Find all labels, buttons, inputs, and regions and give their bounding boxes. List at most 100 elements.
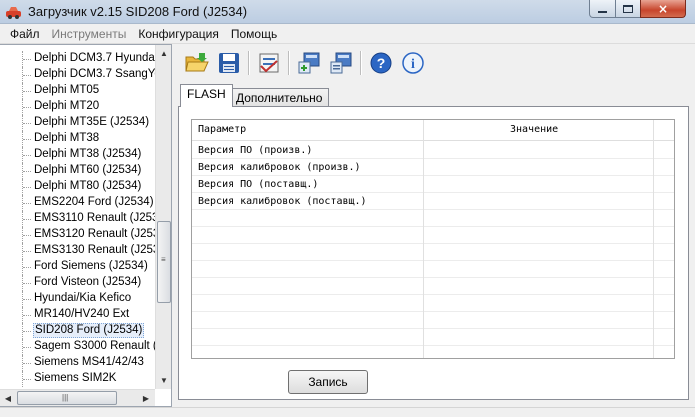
tree-connector <box>23 299 31 300</box>
table-row[interactable] <box>192 278 674 295</box>
scroll-right-icon[interactable]: ▶ <box>138 390 154 406</box>
table-row[interactable]: Версия ПО (произв.) <box>192 142 674 159</box>
tree-connector <box>23 347 31 348</box>
menu-configuration[interactable]: Конфигурация <box>132 27 225 41</box>
table-row[interactable]: Версия ПО (поставщ.) <box>192 176 674 193</box>
tree-item[interactable]: EMS2204 Ford (J2534) <box>0 195 155 211</box>
title-bar[interactable]: Загрузчик v2.15 SID208 Ford (J2534) × <box>0 0 695 24</box>
menu-help[interactable]: Помощь <box>225 27 283 41</box>
maximize-button[interactable] <box>615 0 641 18</box>
tree-item[interactable]: Delphi MT38 (J2534) <box>0 147 155 163</box>
tree-connector <box>23 59 31 60</box>
table-row[interactable] <box>192 227 674 244</box>
tree-connector <box>23 219 31 220</box>
parameters-grid[interactable]: Параметр Значение Версия ПО (произв.) Вер… <box>191 119 675 359</box>
window-title: Загрузчик v2.15 SID208 Ford (J2534) <box>28 4 248 19</box>
parameter-cell: Версия ПО (произв.) <box>198 145 313 156</box>
svg-text:i: i <box>411 57 415 72</box>
tree-item-label: Delphi MT60 (J2534) <box>34 164 142 176</box>
minimize-icon <box>598 10 607 13</box>
tree-item[interactable]: Delphi MT35E (J2534) <box>0 115 155 131</box>
tree-item[interactable]: EMS3120 Renault (J2534 <box>0 227 155 243</box>
write-button[interactable]: Запись <box>288 370 368 394</box>
parameter-cell: Версия калибровок (поставщ.) <box>198 196 367 207</box>
table-row[interactable] <box>192 346 674 358</box>
tree-connector <box>23 331 31 332</box>
tree-item-label: Delphi DCM3.7 Hyundai/ <box>34 52 155 64</box>
tree-item-label: Delphi MT80 (J2534) <box>34 180 142 192</box>
toolbar: ? i <box>172 44 695 80</box>
tab-additional[interactable]: Дополнительно <box>229 88 330 106</box>
tree-item-label: Delphi MT20 <box>34 100 100 112</box>
tree-item[interactable]: Hyundai/Kia Kefico <box>0 291 155 307</box>
tree-item-label: SID208 Ford (J2534) <box>33 323 145 338</box>
tree-item[interactable]: Ford Siemens (J2534) <box>0 259 155 275</box>
tree-item[interactable]: Siemens SIM2K <box>0 371 155 387</box>
tree-item[interactable]: Delphi MT60 (J2534) <box>0 163 155 179</box>
main-panel: FLASH Дополнительно Параметр Значение Ве… <box>172 80 695 407</box>
tree-connector <box>23 363 31 364</box>
table-row[interactable] <box>192 244 674 261</box>
table-row[interactable] <box>192 295 674 312</box>
menu-file[interactable]: Файл <box>4 27 46 41</box>
scroll-up-icon[interactable]: ▲ <box>156 45 171 62</box>
tree-item[interactable]: Delphi MT05 <box>0 83 155 99</box>
open-button[interactable] <box>183 49 211 77</box>
table-row[interactable] <box>192 210 674 227</box>
tree-connector <box>23 379 31 380</box>
tree-horizontal-scrollbar[interactable]: ◀ ||| ▶ <box>0 389 155 406</box>
tree-item[interactable]: Delphi DCM3.7 SsangYo <box>0 67 155 83</box>
tree-item[interactable]: EMS3130 Renault (J2534 <box>0 243 155 259</box>
table-row[interactable] <box>192 329 674 346</box>
settings-checklist-icon <box>259 53 279 73</box>
column-divider <box>423 120 424 358</box>
parameter-cell: Версия ПО (поставщ.) <box>198 179 319 190</box>
tree-item[interactable]: Delphi MT20 <box>0 99 155 115</box>
tree-item[interactable]: EMS3110 Renault (J2534 <box>0 211 155 227</box>
table-row[interactable] <box>192 312 674 329</box>
tree-connector <box>23 187 31 188</box>
tree-connector <box>23 75 31 76</box>
tree-item-label: Delphi MT35E (J2534) <box>34 116 150 128</box>
read-ecu-icon <box>298 52 320 74</box>
tree-connector <box>23 91 31 92</box>
tree-item[interactable]: Delphi MT38 <box>0 131 155 147</box>
tree-item-label: EMS2204 Ford (J2534) <box>34 196 154 208</box>
help-button[interactable]: ? <box>367 49 395 77</box>
tree-item[interactable]: Delphi MT80 (J2534) <box>0 179 155 195</box>
table-row[interactable] <box>192 261 674 278</box>
tree-connector <box>23 251 31 252</box>
table-row[interactable]: Версия калибровок (произв.) <box>192 159 674 176</box>
tree-item[interactable]: Delphi DCM3.7 Hyundai/ <box>0 51 155 67</box>
ecu-tree[interactable]: Delphi DCM3.7 Hyundai/Delphi DCM3.7 Ssan… <box>0 44 172 407</box>
car-key-icon <box>6 7 21 19</box>
table-row[interactable]: Версия калибровок (поставщ.) <box>192 193 674 210</box>
settings-button[interactable] <box>255 49 283 77</box>
tree-item[interactable]: Ford Visteon (J2534) <box>0 275 155 291</box>
tree-item[interactable]: Sagem S3000 Renault (J2 <box>0 339 155 355</box>
close-button[interactable]: × <box>640 0 686 18</box>
tree-item[interactable]: Siemens MS41/42/43 <box>0 355 155 371</box>
tree-item-label: Ford Siemens (J2534) <box>34 260 148 272</box>
maximize-icon <box>623 4 633 13</box>
tree-item-label: Hyundai/Kia Kefico <box>34 292 132 304</box>
tree-item[interactable]: SID208 Ford (J2534) <box>0 323 155 339</box>
save-button[interactable] <box>215 49 243 77</box>
tab-flash[interactable]: FLASH <box>180 84 233 107</box>
tree-item[interactable]: MR140/HV240 Ext <box>0 307 155 323</box>
column-header-value[interactable]: Значение <box>510 124 558 135</box>
minimize-button[interactable] <box>589 0 616 18</box>
grip-icon: ≡ <box>161 255 166 264</box>
read-button[interactable] <box>295 49 323 77</box>
toolbar-separator <box>288 51 290 75</box>
write-toolbar-button[interactable] <box>327 49 355 77</box>
tree-vscroll-thumb[interactable]: ≡ <box>157 221 171 303</box>
flash-tab-panel: Параметр Значение Версия ПО (произв.) Вер… <box>178 106 689 400</box>
menu-tools[interactable]: Инструменты <box>46 27 133 41</box>
info-button[interactable]: i <box>399 49 427 77</box>
tree-hscroll-thumb[interactable]: ||| <box>17 391 117 405</box>
column-header-parameter[interactable]: Параметр <box>198 124 246 135</box>
scroll-down-icon[interactable]: ▼ <box>156 372 171 389</box>
scroll-left-icon[interactable]: ◀ <box>0 390 16 406</box>
tree-vertical-scrollbar[interactable]: ▲ ≡ ▼ <box>155 45 171 389</box>
